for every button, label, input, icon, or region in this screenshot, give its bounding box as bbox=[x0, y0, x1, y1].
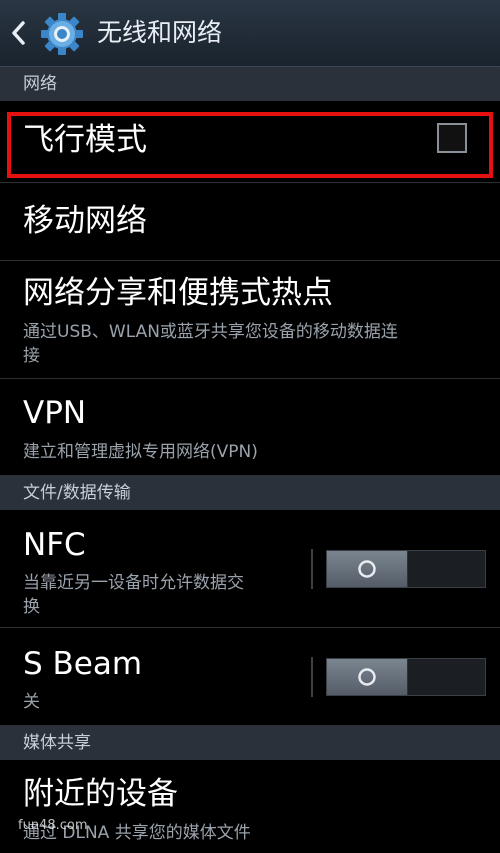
s-beam-description: 关 bbox=[23, 692, 40, 712]
nfc-toggle-knob[interactable] bbox=[327, 551, 408, 587]
toggle-off-circle-icon bbox=[358, 560, 376, 578]
airplane-mode-checkbox[interactable] bbox=[437, 123, 467, 153]
page-title: 无线和网络 bbox=[97, 18, 223, 47]
nearby-devices-label: 附近的设备 bbox=[23, 776, 178, 812]
vpn-label: VPN bbox=[23, 395, 87, 431]
vpn-description: 建立和管理虚拟专用网络(VPN) bbox=[23, 442, 258, 462]
airplane-mode-label: 飞行模式 bbox=[23, 122, 147, 158]
section-header-media-sharing: 媒体共享 bbox=[0, 726, 500, 760]
tethering-description-line1: 通过USB、WLAN或蓝牙共享您设备的移动数据连 bbox=[23, 322, 398, 342]
nfc-label: NFC bbox=[23, 527, 86, 563]
s-beam-toggle-knob[interactable] bbox=[327, 659, 408, 695]
watermark: fun48.com bbox=[18, 818, 88, 833]
toggle-off-circle-icon bbox=[358, 668, 376, 686]
nfc-description-line1: 当靠近另一设备时允许数据交 bbox=[23, 573, 244, 593]
section-header-network: 网络 bbox=[0, 67, 500, 101]
nfc-description-line2: 换 bbox=[23, 597, 40, 617]
back-arrow-icon[interactable] bbox=[10, 20, 26, 46]
nfc-toggle[interactable] bbox=[326, 550, 486, 588]
mobile-network-label: 移动网络 bbox=[23, 203, 147, 239]
nfc-toggle-divider bbox=[311, 549, 313, 589]
s-beam-toggle-divider bbox=[311, 657, 313, 697]
tethering-description-line2: 接 bbox=[23, 346, 40, 366]
action-bar: 无线和网络 bbox=[0, 0, 500, 67]
tethering-label: 网络分享和便携式热点 bbox=[23, 275, 333, 311]
s-beam-label: S Beam bbox=[23, 646, 143, 682]
s-beam-toggle[interactable] bbox=[326, 658, 486, 696]
gear-icon[interactable] bbox=[40, 12, 84, 56]
section-header-file-transfer: 文件/数据传输 bbox=[0, 476, 500, 510]
